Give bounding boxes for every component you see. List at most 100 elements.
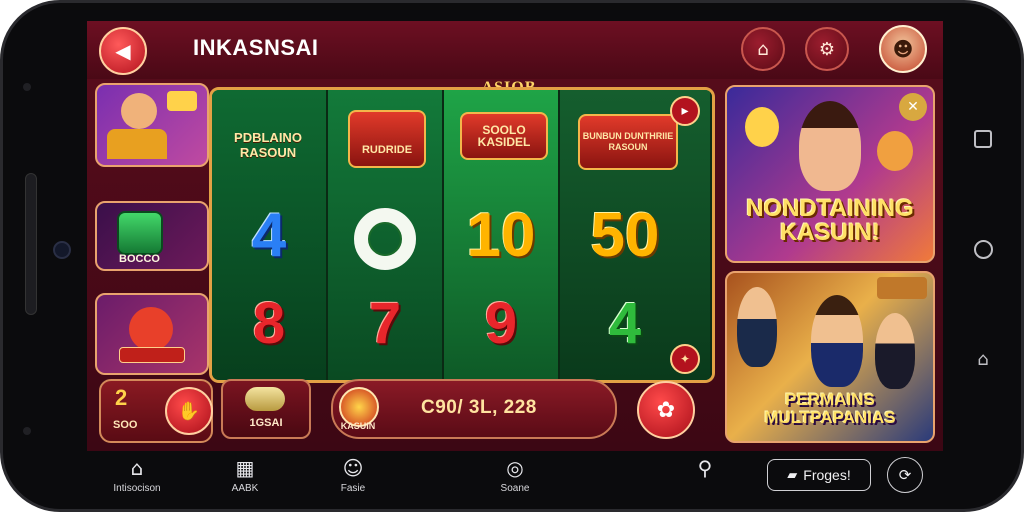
reel-sign: RUDRIDE: [348, 110, 426, 168]
top-bar: ◀ INKASNSAI ⌂ ⚙ ☻: [87, 21, 943, 79]
camera-icon: ◎: [506, 456, 524, 480]
slot-reels: PDBLAINO RASOUN 4 8 RUDRIDE 7 SOOLO KASI…: [209, 87, 715, 383]
home-button[interactable]: ⌂: [741, 27, 785, 71]
coin-value: 2: [115, 385, 128, 410]
phone-speaker: [25, 173, 37, 315]
coin-balance-box: 2 SOO ✋: [99, 379, 213, 443]
home-system-button[interactable]: [973, 239, 993, 259]
close-icon: ✕: [907, 99, 919, 115]
promo-banner-top[interactable]: ✕ NONDTAINING KASUIN!: [725, 85, 935, 263]
player-figure: [737, 287, 777, 367]
banner-title: NONDTAINING KASUIN!: [746, 195, 914, 246]
back-button[interactable]: ◀: [99, 27, 147, 75]
promo-tile-character[interactable]: [95, 83, 209, 167]
refresh-icon: ⟳: [898, 466, 912, 484]
home-icon: ⌂: [757, 38, 769, 60]
spin-button[interactable]: ✿: [637, 381, 695, 439]
hand-icon: ✋: [177, 400, 201, 422]
banner-title: PERMAINS MULTPAPANIAS: [764, 390, 896, 427]
system-nav-buttons: ⌂: [963, 123, 1003, 383]
reel-sign: BUNBUN DUNTHRIIE RASOUN: [578, 114, 678, 170]
character-shirt: [107, 129, 167, 159]
close-banner-button[interactable]: ✕: [899, 93, 927, 121]
jackpot-sub-label: KASUIN: [340, 421, 376, 431]
info-button[interactable]: ▸: [670, 96, 700, 126]
promo-tile-bocco[interactable]: BOCCO: [95, 201, 209, 271]
promo-banner-bottom[interactable]: PERMAINS MULTPAPANIAS: [725, 271, 935, 443]
profile-icon: ☺: [342, 456, 364, 480]
hand-button[interactable]: ✋: [165, 387, 213, 435]
reel-symbol-bottom: 9: [484, 291, 518, 356]
mascot-ribbon: [119, 347, 185, 363]
nav-item-profile[interactable]: ☺ Fasie: [313, 457, 393, 494]
home-icon: ⌂: [130, 456, 144, 480]
nav-label: Intisocison: [113, 483, 161, 494]
nav-item-qr[interactable]: ▦ AABK: [205, 457, 285, 494]
reel-symbol-top: 4: [251, 201, 287, 270]
chest-icon: [877, 277, 927, 299]
player-figure: [811, 295, 863, 387]
nav-label: Fasie: [340, 483, 366, 494]
star-button[interactable]: ✦: [670, 344, 700, 374]
gold-bar-icon: [167, 91, 197, 111]
back-system-button[interactable]: ⌂: [973, 348, 993, 370]
nav-pill-label: Froges!: [803, 467, 851, 483]
nav-item-search[interactable]: ⚲: [665, 457, 745, 479]
nav-label: Soane: [500, 483, 530, 494]
tile-label: BOCCO: [119, 253, 160, 265]
mascot-icon: [877, 131, 913, 171]
reel-symbol-top: 10: [466, 201, 536, 270]
green-badge-icon: [117, 211, 163, 255]
nav-refresh-button[interactable]: ⟳: [887, 457, 923, 493]
nav-pill-button[interactable]: ▰ Froges!: [767, 459, 871, 491]
back-arrow-icon: ◀: [115, 39, 131, 63]
reel-label: PDBLAINO RASOUN: [234, 130, 302, 160]
nav-label: AABK: [231, 483, 259, 494]
nav-item-camera[interactable]: ◎ Soane: [475, 457, 555, 494]
phone-frame: ◀ INKASNSAI ⌂ ⚙ ☻ BOCCO PDBLAINO RASOUN …: [0, 0, 1024, 512]
folder-icon: ▰: [787, 467, 798, 482]
jackpot-value: C90/ 3L, 228: [421, 397, 537, 418]
settings-icon: ⚙: [818, 38, 836, 60]
user-avatar[interactable]: ☻: [879, 25, 927, 73]
star-icon: ✦: [679, 352, 691, 366]
nav-item-home[interactable]: ⌂ Intisocison: [97, 457, 177, 494]
reel-column: RUDRIDE 7: [328, 90, 444, 380]
settings-button[interactable]: ⚙: [805, 27, 849, 71]
ring-symbol: [354, 208, 416, 270]
reel-symbol-bottom: 7: [368, 291, 402, 356]
back-triangle-icon: ⌂: [977, 348, 989, 370]
search-icon: ⚲: [697, 456, 713, 480]
app-title: INKASNSAI: [193, 35, 319, 60]
reel-symbol-bottom: 8: [252, 291, 286, 356]
player-figure: [875, 313, 915, 389]
bet-label: 1GSAI: [249, 417, 283, 429]
bet-box[interactable]: 1GSAI: [221, 379, 311, 439]
sensor-dot: [23, 83, 31, 91]
promo-tile-mascot[interactable]: [95, 293, 209, 375]
recents-button[interactable]: [973, 129, 993, 149]
qr-code-icon: ▦: [235, 456, 255, 480]
jackpot-display: KASUIN C90/ 3L, 228: [331, 379, 617, 439]
reel-symbol-top: 50: [590, 201, 660, 270]
info-icon: ▸: [681, 103, 689, 119]
sensor-dot: [23, 427, 31, 435]
character-face: [121, 93, 157, 129]
home-circle-icon: [973, 239, 993, 259]
reel-sign: SOOLO KASIDEL: [460, 112, 548, 160]
right-banner-column: ✕ NONDTAINING KASUIN! PERMAINS MULTPAPAN…: [725, 85, 935, 443]
game-screen: ◀ INKASNSAI ⌂ ⚙ ☻ BOCCO PDBLAINO RASOUN …: [87, 21, 943, 451]
front-camera: [53, 241, 71, 259]
mascot-icon: [745, 107, 779, 147]
mascot-icon: [129, 307, 173, 351]
user-avatar-icon: ☻: [892, 37, 914, 61]
host-figure: [799, 101, 861, 191]
left-promo-column: BOCCO: [95, 83, 209, 375]
reel-column: PDBLAINO RASOUN 4 8: [212, 90, 328, 380]
clover-icon: ✿: [656, 397, 676, 423]
reel-label: RUDRIDE: [361, 144, 413, 156]
game-control-bar: 2 SOO ✋ 1GSAI KASUIN C90/ 3L, 228 ✿: [87, 375, 723, 447]
reel-symbol-bottom: 4: [608, 291, 642, 356]
reel-label: BUNBUN DUNTHRIIE RASOUN: [582, 131, 674, 152]
bottom-nav: ⌂ Intisocison ▦ AABK ☺ Fasie ◎ Soane ⚲ ▰…: [87, 451, 943, 503]
